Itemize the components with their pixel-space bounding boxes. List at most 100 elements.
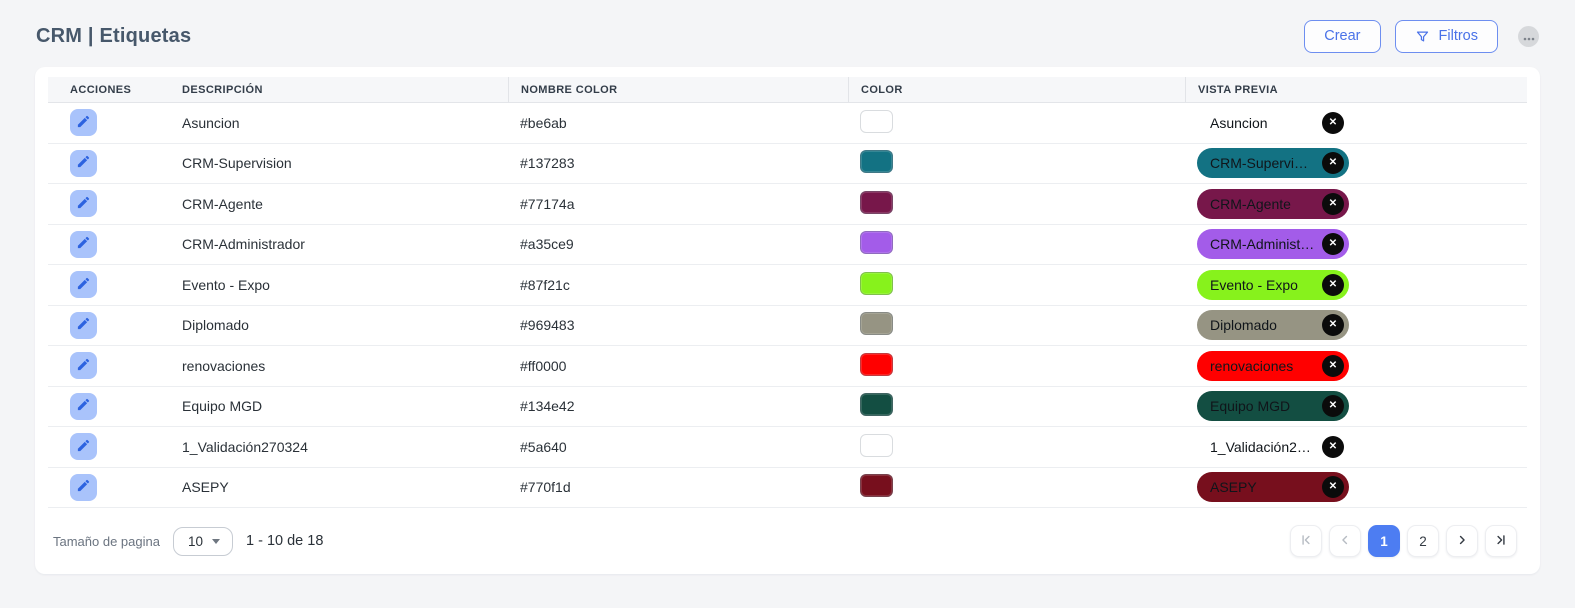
- tag-chip: CRM-Agente ✕: [1197, 188, 1349, 219]
- color-name-cell: #be6ab: [520, 114, 567, 131]
- chevron-right-icon: [1455, 533, 1469, 550]
- edit-button[interactable]: [70, 271, 97, 299]
- remove-tag-button[interactable]: ✕: [1322, 435, 1344, 458]
- column-header-acciones: ACCIONES: [70, 83, 132, 96]
- edit-button[interactable]: [70, 433, 97, 461]
- range-text: 1 - 10 de 18: [246, 533, 324, 549]
- color-name-cell: #77174a: [520, 195, 575, 212]
- description-cell: Equipo MGD: [182, 398, 263, 415]
- edit-button[interactable]: [70, 473, 97, 501]
- color-cell: [848, 190, 1185, 217]
- edit-button[interactable]: [70, 190, 97, 218]
- column-header-descripcion: DESCRIPCIÓN: [182, 83, 263, 96]
- page-size-group: Tamaño de pagina 10 1 - 10 de 18: [53, 526, 324, 556]
- close-icon: ✕: [1328, 481, 1338, 493]
- tag-chip: renovaciones ✕: [1197, 350, 1349, 381]
- preview-cell: CRM-Administrador ✕: [1185, 229, 1527, 260]
- table-row: Asuncion #be6ab Asuncion ✕: [48, 103, 1527, 144]
- remove-tag-button[interactable]: ✕: [1322, 476, 1344, 499]
- filters-button-label: Filtros: [1438, 28, 1478, 45]
- color-cell: [848, 231, 1185, 257]
- page-title: CRM | Etiquetas: [36, 25, 192, 47]
- tag-chip: 1_Validación270324 ✕: [1197, 432, 1349, 462]
- page-size-select[interactable]: 10: [172, 526, 234, 556]
- filter-funnel-icon: [1415, 29, 1430, 44]
- remove-tag-button[interactable]: ✕: [1322, 111, 1344, 134]
- last-page-icon: [1494, 533, 1508, 550]
- description-cell: CRM-Agente: [182, 195, 263, 212]
- table-row: CRM-Supervision #137283 CRM-Supervision …: [48, 144, 1527, 184]
- pen-icon: [76, 397, 91, 415]
- toolbar: Crear Filtros: [1304, 20, 1539, 53]
- table-row: CRM-Administrador #a35ce9 CRM-Administra…: [48, 225, 1527, 265]
- color-cell: [848, 352, 1185, 379]
- table-body: Asuncion #be6ab Asuncion ✕ CRM-Supervisi…: [48, 103, 1527, 508]
- remove-tag-button[interactable]: ✕: [1322, 354, 1344, 377]
- first-page-button[interactable]: [1290, 525, 1322, 557]
- tag-chip: Evento - Expo ✕: [1197, 269, 1349, 300]
- description-cell: 1_Validación270324: [182, 438, 308, 455]
- create-button-label: Crear: [1324, 28, 1361, 45]
- preview-cell: renovaciones ✕: [1185, 350, 1527, 381]
- close-icon: ✕: [1328, 278, 1338, 290]
- table-row: renovaciones #ff0000 renovaciones ✕: [48, 346, 1527, 387]
- pen-icon: [76, 438, 91, 456]
- page-button-2[interactable]: 2: [1407, 525, 1439, 557]
- remove-tag-button[interactable]: ✕: [1322, 192, 1344, 215]
- preview-cell: CRM-Supervision ✕: [1185, 148, 1527, 179]
- description-cell: ASEPY: [182, 479, 229, 496]
- color-swatch: [860, 474, 893, 498]
- tag-chip: CRM-Administrador ✕: [1197, 229, 1349, 260]
- more-options-button[interactable]: [1518, 26, 1539, 47]
- tag-chip-label: Diplomado: [1210, 317, 1277, 334]
- table-row: Diplomado #969483 Diplomado ✕: [48, 306, 1527, 346]
- close-icon: ✕: [1328, 359, 1338, 371]
- previous-page-button[interactable]: [1329, 525, 1361, 557]
- last-page-button[interactable]: [1485, 525, 1517, 557]
- page-button-1[interactable]: 1: [1368, 525, 1400, 557]
- color-name-cell: #969483: [520, 317, 575, 334]
- color-swatch: [860, 312, 893, 336]
- actions-cell: [48, 352, 170, 380]
- edit-button[interactable]: [70, 352, 97, 380]
- edit-button[interactable]: [70, 109, 97, 137]
- actions-cell: [48, 109, 170, 137]
- tag-chip-label: Asuncion: [1210, 114, 1268, 131]
- description-cell: CRM-Administrador: [182, 236, 305, 253]
- table-row: Evento - Expo #87f21c Evento - Expo ✕: [48, 265, 1527, 306]
- ellipsis-icon: [1523, 29, 1535, 44]
- color-name-cell: #134e42: [520, 398, 575, 415]
- edit-button[interactable]: [70, 149, 97, 177]
- table-header-row: ACCIONES DESCRIPCIÓN NOMBRE COLOR COLOR …: [48, 77, 1527, 103]
- filters-button[interactable]: Filtros: [1394, 20, 1498, 53]
- remove-tag-button[interactable]: ✕: [1322, 273, 1344, 296]
- edit-button[interactable]: [70, 311, 97, 339]
- remove-tag-button[interactable]: ✕: [1322, 233, 1344, 256]
- color-swatch: [860, 433, 893, 457]
- preview-cell: ASEPY ✕: [1185, 472, 1527, 503]
- create-button[interactable]: Crear: [1304, 20, 1381, 53]
- color-cell: [848, 150, 1185, 176]
- color-swatch: [860, 109, 893, 133]
- next-page-button[interactable]: [1446, 525, 1478, 557]
- page-size-label: Tamaño de pagina: [53, 533, 160, 549]
- edit-button[interactable]: [70, 230, 97, 258]
- remove-tag-button[interactable]: ✕: [1322, 314, 1344, 337]
- color-swatch: [860, 231, 893, 255]
- tag-chip-label: Evento - Expo: [1210, 276, 1298, 293]
- table-row: CRM-Agente #77174a CRM-Agente ✕: [48, 184, 1527, 225]
- actions-cell: [48, 190, 170, 218]
- tag-chip: Diplomado ✕: [1197, 310, 1349, 341]
- pen-icon: [76, 478, 91, 496]
- tag-chip: Asuncion ✕: [1197, 108, 1349, 138]
- actions-cell: [48, 311, 170, 339]
- actions-cell: [48, 149, 170, 177]
- tag-chip-label: ASEPY: [1210, 479, 1257, 496]
- first-page-icon: [1299, 533, 1313, 550]
- remove-tag-button[interactable]: ✕: [1322, 152, 1344, 175]
- pen-icon: [76, 276, 91, 294]
- remove-tag-button[interactable]: ✕: [1322, 395, 1344, 418]
- color-name-cell: #5a640: [520, 438, 567, 455]
- edit-button[interactable]: [70, 392, 97, 420]
- preview-cell: Equipo MGD ✕: [1185, 391, 1527, 422]
